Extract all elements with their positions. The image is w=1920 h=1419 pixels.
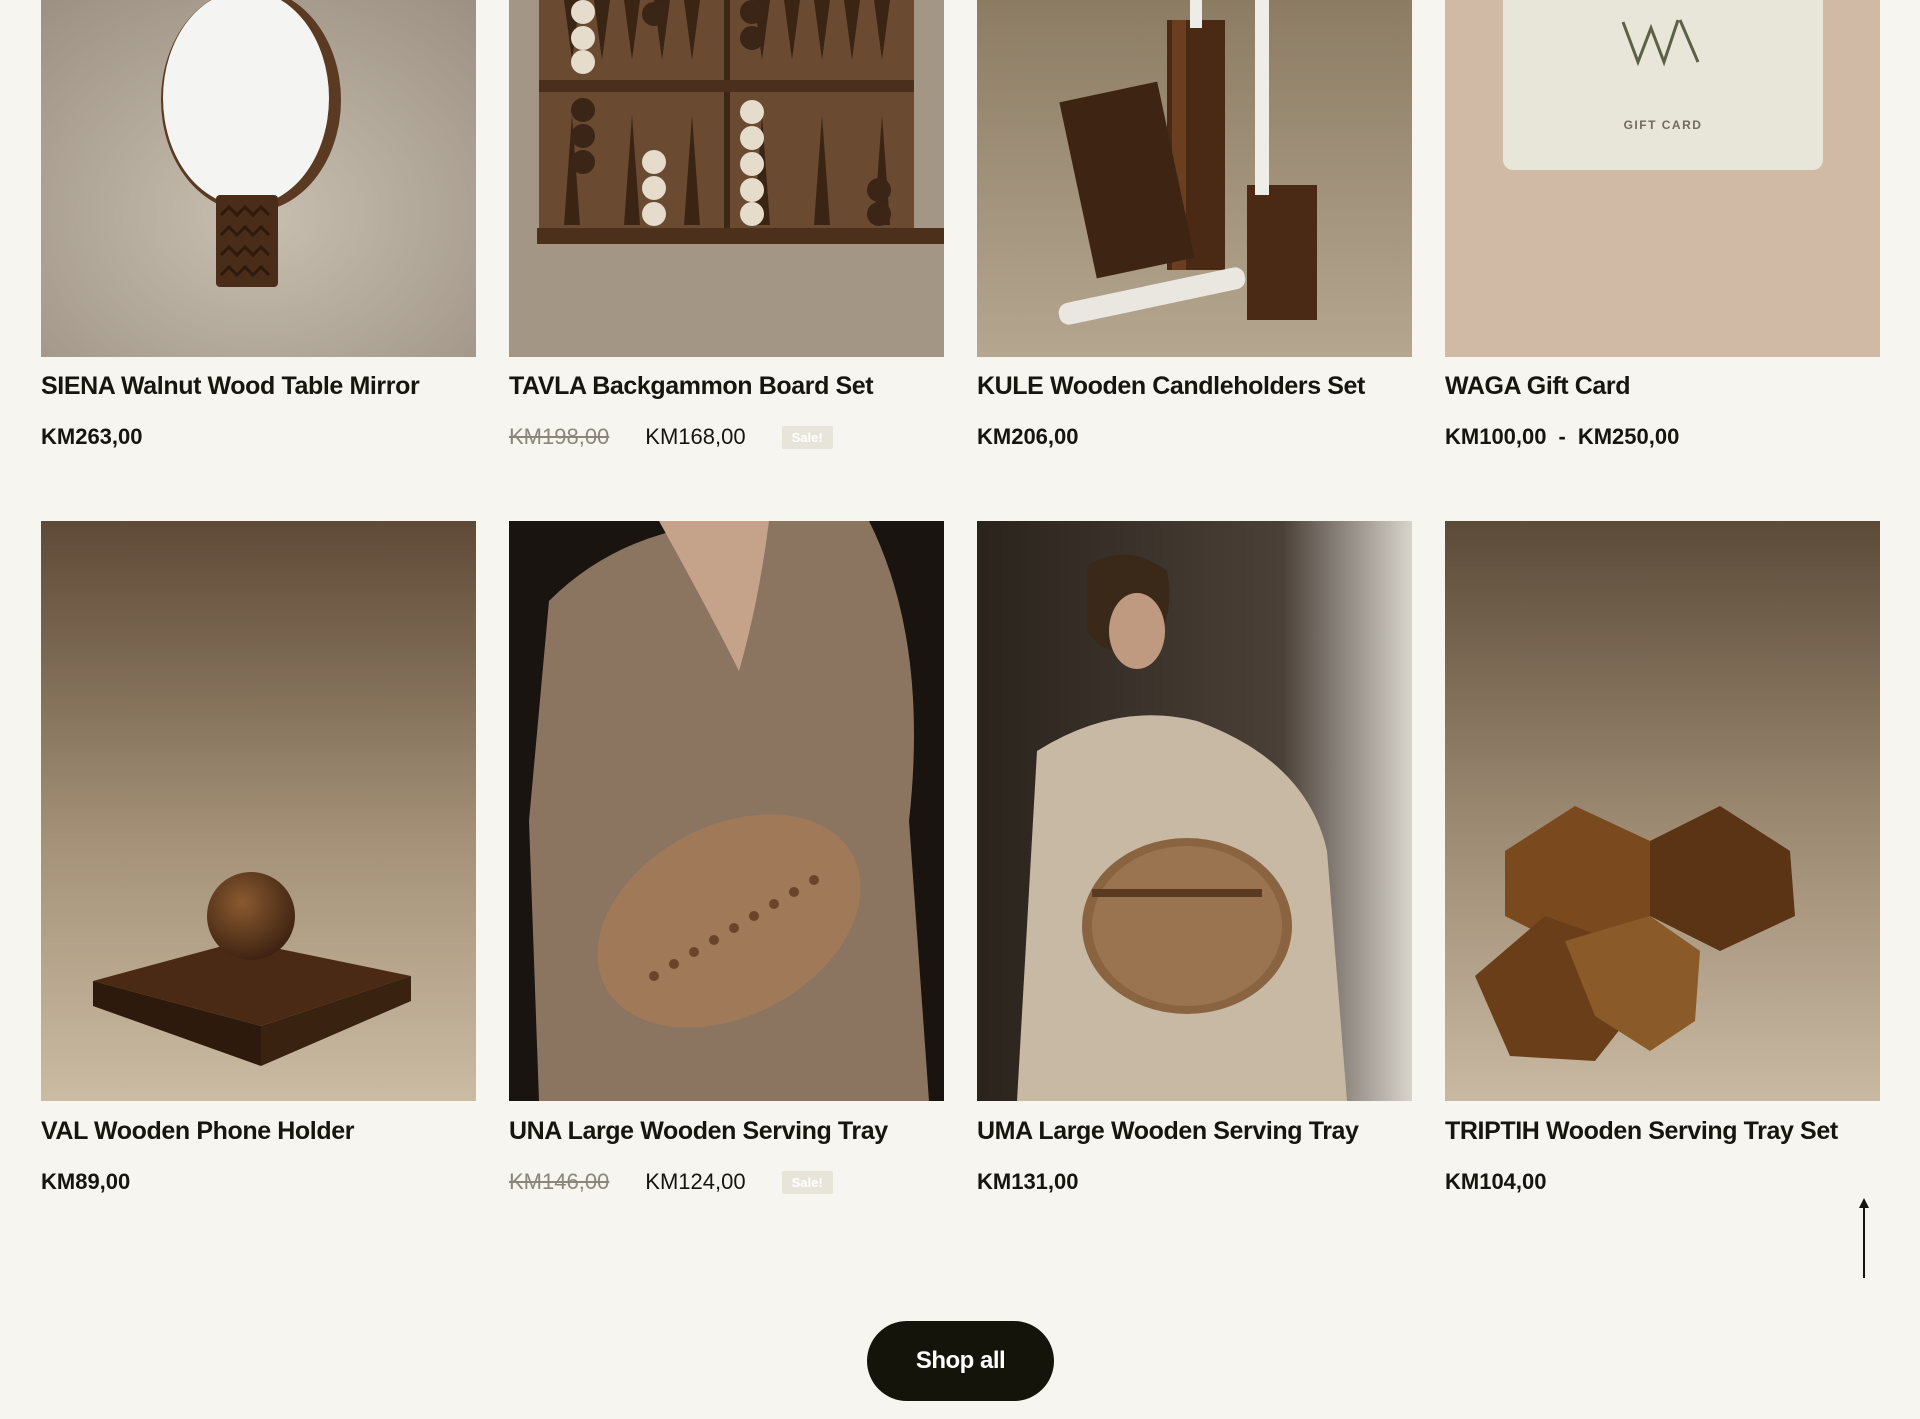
gift-card-label: GIFT CARD bbox=[1623, 118, 1703, 132]
product-price: KM131,00 bbox=[977, 1169, 1079, 1195]
product-title[interactable]: TRIPTIH Wooden Serving Tray Set bbox=[1445, 1117, 1838, 1146]
product-title[interactable]: WAGA Gift Card bbox=[1445, 372, 1631, 401]
product-price: KM146,00 KM124,00 Sale! bbox=[509, 1169, 833, 1195]
product-price: KM198,00 KM168,00 Sale! bbox=[509, 424, 833, 450]
sale-badge: Sale! bbox=[781, 1170, 833, 1194]
price: KM206,00 bbox=[977, 424, 1079, 449]
gift-card-visual: GIFT CARD bbox=[1503, 0, 1823, 170]
product-image-tavla[interactable] bbox=[509, 0, 944, 357]
price-separator: - bbox=[1558, 424, 1566, 449]
price: KM131,00 bbox=[977, 1169, 1079, 1194]
product-price: KM100,00 - KM250,00 bbox=[1445, 424, 1679, 450]
product-image-waga[interactable]: GIFT CARD bbox=[1445, 0, 1880, 357]
product-price: KM89,00 bbox=[41, 1169, 130, 1195]
product-title[interactable]: SIENA Walnut Wood Table Mirror bbox=[41, 372, 420, 401]
price-min: KM100,00 bbox=[1445, 424, 1547, 449]
brand-logo-icon bbox=[1503, 10, 1823, 75]
product-title[interactable]: UMA Large Wooden Serving Tray bbox=[977, 1117, 1359, 1146]
price: KM263,00 bbox=[41, 424, 143, 449]
price: KM104,00 bbox=[1445, 1169, 1547, 1194]
product-image-una[interactable] bbox=[509, 521, 944, 1101]
price-max: KM250,00 bbox=[1577, 424, 1680, 449]
arrow-up-icon[interactable] bbox=[1856, 1196, 1872, 1278]
product-image-triptih[interactable] bbox=[1445, 521, 1880, 1101]
product-price: KM104,00 bbox=[1445, 1169, 1547, 1195]
sale-badge: Sale! bbox=[781, 425, 833, 449]
product-image-siena[interactable] bbox=[41, 0, 476, 357]
shop-all-button[interactable]: Shop all bbox=[867, 1321, 1054, 1401]
product-image-kule[interactable] bbox=[977, 0, 1412, 357]
product-title[interactable]: KULE Wooden Candleholders Set bbox=[977, 372, 1365, 401]
product-price: KM263,00 bbox=[41, 424, 143, 450]
sale-price: KM168,00 bbox=[645, 424, 746, 449]
product-price: KM206,00 bbox=[977, 424, 1079, 450]
product-title[interactable]: VAL Wooden Phone Holder bbox=[41, 1117, 354, 1146]
product-image-uma[interactable] bbox=[977, 521, 1412, 1101]
original-price: KM198,00 bbox=[509, 424, 610, 449]
product-title[interactable]: TAVLA Backgammon Board Set bbox=[509, 372, 874, 401]
product-image-val[interactable] bbox=[41, 521, 476, 1101]
sale-price: KM124,00 bbox=[645, 1169, 746, 1194]
original-price: KM146,00 bbox=[509, 1169, 610, 1194]
price: KM89,00 bbox=[41, 1169, 131, 1194]
product-title[interactable]: UNA Large Wooden Serving Tray bbox=[509, 1117, 888, 1146]
